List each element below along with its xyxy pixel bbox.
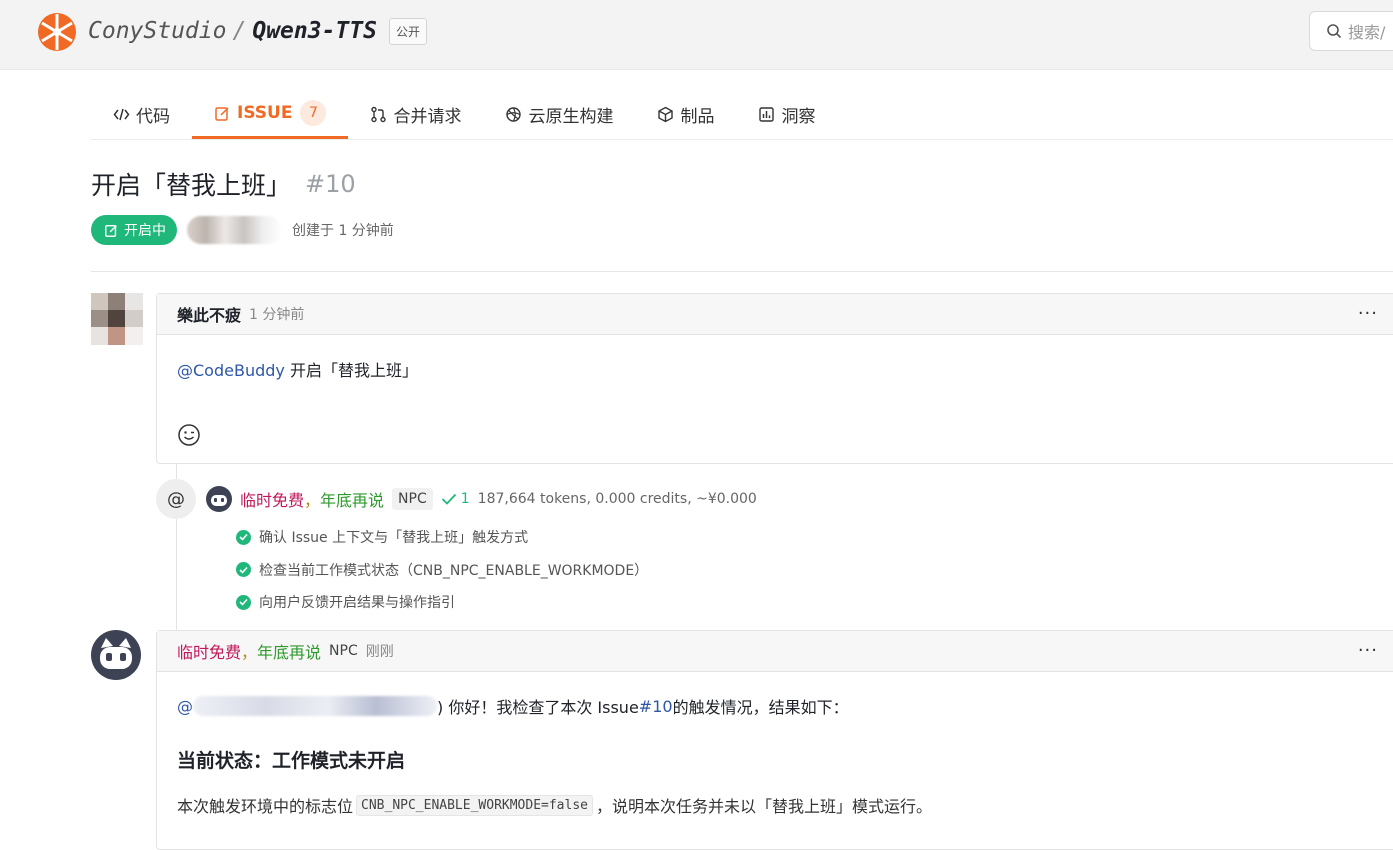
created-time: 创建于 1 分钟前	[292, 223, 394, 239]
check-icon	[441, 493, 456, 505]
task-steps: 确认 Issue 上下文与「替我上班」触发方式 检查当前工作模式状态（CNB_N…	[236, 526, 648, 624]
conystudio-logo-icon[interactable]	[37, 12, 77, 52]
more-options-icon[interactable]: ···	[1358, 303, 1378, 324]
tab-label: 洞察	[781, 107, 816, 127]
issue-number: #10	[305, 170, 356, 198]
comment-time: 刚刚	[365, 644, 394, 660]
search-placeholder: 搜索/	[1348, 23, 1386, 42]
usage-stats: 187,664 tokens, 0.000 credits, ~¥0.000	[477, 491, 757, 507]
issue-title: 开启「替我上班」	[91, 171, 292, 200]
list-item: 检查当前工作模式状态（CNB_NPC_ENABLE_WORKMODE）	[236, 559, 648, 581]
comment-body: @CodeBuddy 开启「替我上班」	[157, 335, 1393, 451]
list-item: 确认 Issue 上下文与「替我上班」触发方式	[236, 526, 648, 548]
mention-event-icon: @	[156, 479, 196, 519]
repo-tabs: 代码 ISSUE 7 合并请求 云原生构建 制品 洞察	[91, 90, 1393, 140]
comment-author[interactable]: 樂此不疲	[177, 302, 241, 326]
npc-name[interactable]: 临时免费，年底再说	[177, 639, 321, 663]
paragraph: 本次触发环境中的标志位 CNB_NPC_ENABLE_WORKMODE=fals…	[177, 793, 1380, 817]
check-circle-icon	[236, 594, 251, 610]
inline-code: CNB_NPC_ENABLE_WORKMODE=false	[356, 794, 593, 816]
tab-insights[interactable]: 洞察	[736, 90, 837, 139]
issue-meta: 开启中 创建于 1 分钟前	[91, 215, 394, 245]
tab-cloud-build[interactable]: 云原生构建	[483, 90, 635, 139]
tab-merge-requests[interactable]: 合并请求	[348, 90, 483, 139]
comment-content: 开启「替我上班」	[284, 361, 418, 380]
blurred-author[interactable]	[187, 216, 282, 244]
merge-request-icon	[371, 106, 387, 123]
npc-activity-row: 临时免费，年底再说 NPC 1 187,664 tokens, 0.000 cr…	[206, 486, 757, 512]
check-circle-icon	[236, 529, 251, 545]
issue-count-badge: 7	[300, 100, 327, 126]
comment-text: @CodeBuddy 开启「替我上班」	[177, 357, 1380, 381]
comment-card: 樂此不疲 1 分钟前 ··· @CodeBuddy 开启「替我上班」	[156, 293, 1393, 464]
breadcrumb-org[interactable]: ConyStudio	[88, 18, 226, 44]
visibility-badge: 公开	[388, 17, 427, 45]
status-label: 开启中	[124, 223, 166, 239]
npc-avatar[interactable]	[206, 486, 232, 512]
comment-header: 临时免费，年底再说 NPC 刚刚 ···	[157, 631, 1393, 672]
top-bar: ConyStudio / Qwen3-TTS 公开 搜索/	[0, 0, 1393, 70]
avatar[interactable]	[91, 630, 141, 680]
avatar[interactable]	[91, 293, 143, 345]
check-count[interactable]: 1	[441, 491, 470, 507]
breadcrumb-separator: /	[232, 18, 247, 44]
list-item: 向用户反馈开启结果与操作指引	[236, 591, 648, 613]
emoji-reaction-icon[interactable]	[177, 423, 201, 447]
tab-code[interactable]: 代码	[91, 90, 192, 139]
breadcrumb: ConyStudio / Qwen3-TTS 公开	[88, 16, 427, 46]
npc-name[interactable]: 临时免费，年底再说	[240, 487, 384, 511]
issue-title-row: 开启「替我上班」 #10	[91, 166, 356, 202]
mention-link[interactable]: @CodeBuddy	[177, 361, 285, 380]
breadcrumb-repo[interactable]: Qwen3-TTS	[252, 18, 377, 44]
comment-card: 临时免费，年底再说 NPC 刚刚 ··· @ ) 你好！我检查了本次 Issue…	[156, 630, 1393, 850]
tab-label: 代码	[136, 107, 170, 127]
mention-link[interactable]: @	[177, 697, 193, 716]
comment-intro: @ ) 你好！我检查了本次 Issue #10 的触发情况，结果如下：	[177, 696, 849, 717]
tab-packages[interactable]: 制品	[635, 90, 736, 139]
status-badge: 开启中	[91, 215, 177, 245]
insights-icon	[759, 107, 775, 122]
search-icon	[1327, 24, 1342, 39]
tab-issue[interactable]: ISSUE 7	[192, 90, 349, 139]
tab-label: 合并请求	[393, 107, 462, 127]
package-icon	[658, 106, 674, 123]
npc-tag: NPC	[329, 643, 358, 659]
search-input[interactable]: 搜索/	[1309, 11, 1393, 51]
section-heading: 当前状态：工作模式未开启	[177, 750, 406, 772]
npc-tag: NPC	[392, 488, 433, 510]
tab-label: ISSUE	[237, 103, 293, 123]
divider	[91, 271, 1393, 272]
issue-edit-icon	[105, 224, 117, 237]
check-circle-icon	[236, 562, 251, 577]
more-options-icon[interactable]: ···	[1358, 640, 1378, 661]
comment-body: @ ) 你好！我检查了本次 Issue #10 的触发情况，结果如下： 当前状态…	[157, 672, 1393, 839]
issue-edit-icon	[215, 106, 229, 121]
issue-link[interactable]: #10	[639, 697, 673, 716]
tab-label: 云原生构建	[528, 107, 614, 127]
build-icon	[506, 107, 522, 122]
comment-time: 1 分钟前	[249, 307, 305, 323]
comment-header: 樂此不疲 1 分钟前 ···	[157, 294, 1393, 335]
code-icon	[113, 108, 130, 121]
blurred-mention	[193, 696, 437, 716]
tab-label: 制品	[680, 107, 715, 127]
